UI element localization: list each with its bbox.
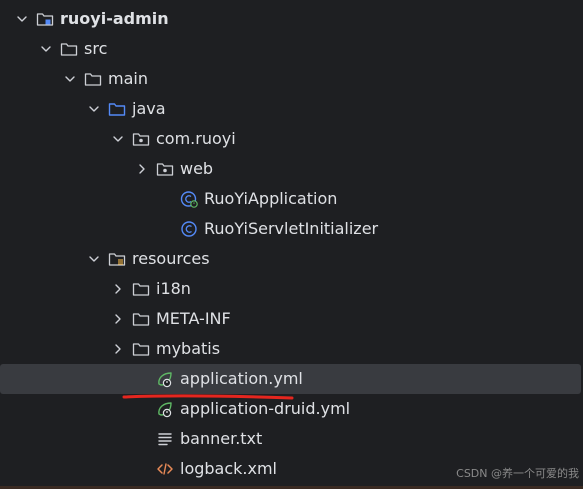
spring-config-icon — [156, 370, 174, 388]
tree-item-banner-txt[interactable]: banner.txt — [0, 424, 583, 454]
tree-item-i18n[interactable]: i18n — [0, 274, 583, 304]
tree-item-label: RuoYiApplication — [204, 189, 338, 208]
chevron-right-icon[interactable] — [134, 161, 150, 177]
package-icon — [132, 130, 150, 148]
tree-item-label: banner.txt — [180, 429, 263, 448]
module-folder-icon — [36, 10, 54, 28]
chevron-down-icon[interactable] — [86, 101, 102, 117]
tree-item-label: META-INF — [156, 309, 231, 328]
tree-item-java[interactable]: java — [0, 94, 583, 124]
tree-item-label: resources — [132, 249, 210, 268]
folder-icon — [132, 280, 150, 298]
folder-icon — [60, 40, 78, 58]
xml-file-icon — [156, 460, 174, 478]
tree-item-mybatis[interactable]: mybatis — [0, 334, 583, 364]
folder-icon — [84, 70, 102, 88]
tree-item-application-yml[interactable]: application.yml — [0, 364, 583, 394]
tree-item-label: i18n — [156, 279, 191, 298]
chevron-down-icon[interactable] — [86, 251, 102, 267]
tree-item-label: ruoyi-admin — [60, 9, 169, 28]
folder-icon — [132, 340, 150, 358]
tree-item-ruoyi-admin[interactable]: ruoyi-admin — [0, 4, 583, 34]
tree-item-label: web — [180, 159, 214, 178]
tree-item-src[interactable]: src — [0, 34, 583, 64]
tree-item-resources[interactable]: resources — [0, 244, 583, 274]
tree-item-label: src — [84, 39, 108, 58]
project-tree: ruoyi-admin src main java com.ruoyi web RuoYiA… — [0, 4, 583, 484]
chevron-down-icon[interactable] — [38, 41, 54, 57]
red-underline-annotation — [122, 394, 294, 400]
text-file-icon — [156, 430, 174, 448]
tree-item-com-ruoyi[interactable]: com.ruoyi — [0, 124, 583, 154]
chevron-right-icon[interactable] — [110, 311, 126, 327]
chevron-down-icon[interactable] — [110, 131, 126, 147]
tree-item-ruoyiapplication[interactable]: RuoYiApplication — [0, 184, 583, 214]
watermark: CSDN @养一个可爱的我 — [456, 467, 579, 480]
tree-item-ruoyiservletinitializer[interactable]: RuoYiServletInitializer — [0, 214, 583, 244]
chevron-right-icon[interactable] — [110, 281, 126, 297]
tree-item-label: logback.xml — [180, 459, 277, 478]
resources-folder-icon — [108, 250, 126, 268]
package-icon — [156, 160, 174, 178]
tree-item-web[interactable]: web — [0, 154, 583, 184]
tree-item-label: application.yml — [180, 369, 303, 388]
spring-class-icon — [180, 190, 198, 208]
folder-icon — [132, 310, 150, 328]
tree-item-label: mybatis — [156, 339, 221, 358]
chevron-down-icon[interactable] — [14, 11, 30, 27]
class-icon — [180, 220, 198, 238]
tree-item-label: RuoYiServletInitializer — [204, 219, 379, 238]
tree-item-label: main — [108, 69, 148, 88]
tree-item-label: java — [132, 99, 166, 118]
tree-item-main[interactable]: main — [0, 64, 583, 94]
spring-config-icon — [156, 400, 174, 418]
tree-item-meta-inf[interactable]: META-INF — [0, 304, 583, 334]
chevron-right-icon[interactable] — [110, 341, 126, 357]
source-folder-icon — [108, 100, 126, 118]
chevron-down-icon[interactable] — [62, 71, 78, 87]
tree-item-label: com.ruoyi — [156, 129, 236, 148]
